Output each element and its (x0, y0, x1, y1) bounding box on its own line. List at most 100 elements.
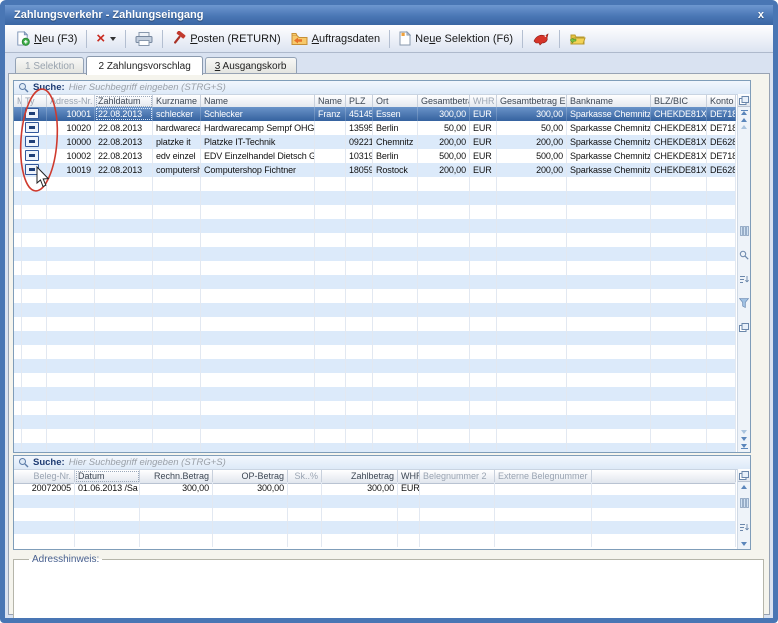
cell-datum[interactable]: 01.06.2013 /Sa (75, 482, 140, 495)
cell-kurzname[interactable]: schlecker (153, 107, 201, 121)
cell-m[interactable] (14, 135, 22, 149)
cell-konto[interactable]: DE718 (707, 121, 736, 135)
table-row[interactable]: 1000222.08.2013edv einzelEDV Einzelhande… (14, 149, 736, 163)
sort-icon[interactable] (739, 519, 749, 537)
folder-button[interactable] (564, 30, 591, 47)
cell-zahlbetrag[interactable]: 300,00 (322, 482, 398, 495)
empty-row[interactable] (14, 261, 736, 275)
empty-row[interactable] (14, 508, 736, 521)
cell-blz_bic[interactable]: CHEKDE81XXX (651, 149, 707, 163)
cell-konto[interactable]: DE628 (707, 163, 736, 177)
cell-plz[interactable]: 09221 (346, 135, 373, 149)
cell-name2[interactable]: Franz (315, 107, 346, 121)
filter-icon[interactable] (739, 295, 749, 313)
posten-button[interactable]: Posten (RETURN) (167, 29, 285, 48)
empty-row[interactable] (14, 205, 736, 219)
empty-row[interactable] (14, 331, 736, 345)
table-row[interactable]: 2007200501.06.2013 /Sa300,00300,00300,00… (14, 482, 736, 495)
cell-bankname[interactable]: Sparkasse Chemnitz (567, 163, 651, 177)
cell-gesamtbetrag[interactable]: 200,00 (418, 135, 470, 149)
cell-externe_belegnummer[interactable] (495, 482, 592, 495)
cell-zahldatum[interactable]: 22.08.2013 (95, 163, 153, 177)
mascot-button[interactable] (527, 30, 555, 48)
scroll-bottom-button[interactable] (741, 448, 748, 449)
tab-selektion[interactable]: 1 Selektion (15, 57, 84, 74)
delete-button[interactable]: × (91, 31, 121, 47)
cell-kurzname[interactable]: platzke it (153, 135, 201, 149)
scroll-down-button[interactable] (741, 437, 747, 441)
empty-row[interactable] (14, 521, 736, 534)
tab-ausgangskorb[interactable]: 3 Ausgangskorb (205, 57, 297, 74)
empty-row[interactable] (14, 534, 736, 547)
empty-row[interactable] (14, 443, 736, 452)
cell-whr[interactable]: EUR (470, 121, 497, 135)
cell-blz_bic[interactable]: CHEKDE81XXX (651, 135, 707, 149)
empty-row[interactable] (14, 415, 736, 429)
cell-gesamtbetrag_euro[interactable]: 200,00 (497, 163, 567, 177)
cell-bankname[interactable]: Sparkasse Chemnitz (567, 121, 651, 135)
new-button[interactable]: Neu (F3) (10, 29, 82, 48)
cell-sk[interactable] (288, 482, 322, 495)
cell-ty[interactable] (22, 149, 47, 163)
cell-gesamtbetrag[interactable]: 200,00 (418, 163, 470, 177)
cell-bankname[interactable]: Sparkasse Chemnitz (567, 107, 651, 121)
cell-plz[interactable]: 45145 (346, 107, 373, 121)
empty-row[interactable] (14, 177, 736, 191)
empty-row[interactable] (14, 233, 736, 247)
cell-adress_nr[interactable]: 10019 (47, 163, 95, 177)
empty-row[interactable] (14, 303, 736, 317)
cell-gesamtbetrag_euro[interactable]: 200,00 (497, 135, 567, 149)
cell-ty[interactable] (22, 107, 47, 121)
cell-blz_bic[interactable]: CHEKDE81XXX (651, 107, 707, 121)
cell-ort[interactable]: Chemnitz (373, 135, 418, 149)
cell-m[interactable] (14, 107, 22, 121)
cell-konto[interactable]: DE628 (707, 135, 736, 149)
cell-name2[interactable] (315, 149, 346, 163)
empty-row[interactable] (14, 275, 736, 289)
cell-m[interactable] (14, 163, 22, 177)
cell-name[interactable]: Hardwarecamp Sempf OHG (201, 121, 315, 135)
scroll-top-button[interactable] (741, 111, 747, 115)
column-chooser-icon[interactable] (738, 469, 750, 482)
empty-row[interactable] (14, 219, 736, 233)
cell-zahldatum[interactable]: 22.08.2013 (95, 135, 153, 149)
column-chooser-icon[interactable] (738, 94, 750, 107)
table-row[interactable]: 1001922.08.2013computershComputershop Fi… (14, 163, 736, 177)
empty-row[interactable] (14, 191, 736, 205)
columns-icon[interactable] (740, 495, 749, 513)
empty-row[interactable] (14, 317, 736, 331)
cell-ort[interactable]: Berlin (373, 149, 418, 163)
cell-adress_nr[interactable]: 10020 (47, 121, 95, 135)
cell-zahldatum[interactable]: 22.08.2013 (95, 121, 153, 135)
cell-ort[interactable]: Essen (373, 107, 418, 121)
empty-row[interactable] (14, 495, 736, 508)
search-icon[interactable] (739, 247, 749, 265)
table-search-bar[interactable]: Suche: Hier Suchbegriff eingeben (STRG+S… (14, 456, 750, 470)
dropdown-caret-icon[interactable] (110, 37, 116, 41)
sort-icon[interactable] (739, 271, 749, 289)
cell-gesamtbetrag_euro[interactable]: 50,00 (497, 121, 567, 135)
table-row[interactable]: 1002022.08.2013hardwarecaHardwarecamp Se… (14, 121, 736, 135)
cell-ty[interactable] (22, 121, 47, 135)
table-row[interactable]: 1000122.08.2013schleckerSchleckerFranz45… (14, 107, 736, 121)
scroll-page-down-button[interactable] (741, 430, 747, 434)
cell-name[interactable]: Schlecker (201, 107, 315, 121)
print-button[interactable] (130, 30, 158, 48)
cell-gesamtbetrag[interactable]: 50,00 (418, 121, 470, 135)
cell-blz_bic[interactable]: CHEKDE81XXX (651, 163, 707, 177)
columns-icon[interactable] (740, 223, 749, 241)
cell-name2[interactable] (315, 135, 346, 149)
empty-row[interactable] (14, 429, 736, 443)
cell-ty[interactable] (22, 163, 47, 177)
cell-whr[interactable]: EUR (470, 163, 497, 177)
cell-gesamtbetrag[interactable]: 500,00 (418, 149, 470, 163)
cell-adress_nr[interactable]: 10000 (47, 135, 95, 149)
empty-row[interactable] (14, 401, 736, 415)
cell-name[interactable]: Computershop Fichtner (201, 163, 315, 177)
cell-name[interactable]: Platzke IT-Technik (201, 135, 315, 149)
tab-zahlungsvorschlag[interactable]: 2 Zahlungsvorschlag (86, 56, 202, 75)
neue-selektion-button[interactable]: Neue Selektion (F6) (394, 29, 518, 48)
empty-row[interactable] (14, 359, 736, 373)
cell-name[interactable]: EDV Einzelhandel Dietsch GmbH (201, 149, 315, 163)
cell-ort[interactable]: Rostock (373, 163, 418, 177)
